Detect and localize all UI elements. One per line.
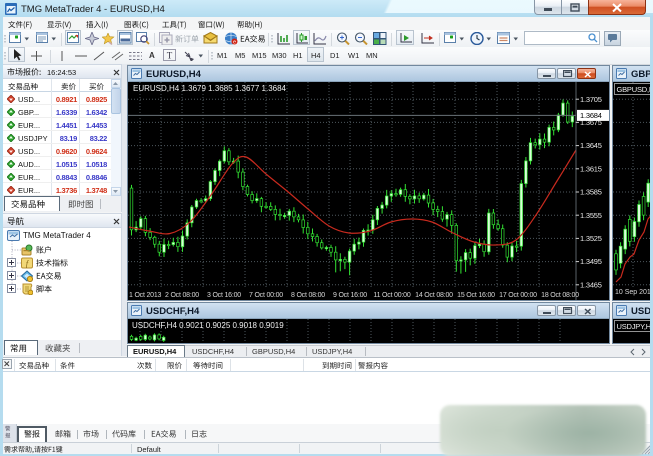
svg-text:7 Oct 00:00: 7 Oct 00:00	[249, 292, 283, 299]
svg-text:3 Oct 16:00: 3 Oct 16:00	[207, 292, 241, 299]
svg-text:14 Oct 08:00: 14 Oct 08:00	[415, 292, 453, 299]
svg-text:1.3555: 1.3555	[580, 211, 602, 220]
svg-text:9 Oct 16:00: 9 Oct 16:00	[333, 292, 367, 299]
svg-text:1.3615: 1.3615	[580, 164, 602, 173]
svg-text:USDJPY,H4 9: USDJPY,H4 9	[617, 322, 653, 331]
svg-text:T: T	[167, 51, 173, 61]
svg-text:17 Oct 00:00: 17 Oct 00:00	[499, 292, 537, 299]
svg-text:1.3465: 1.3465	[580, 280, 602, 289]
svg-text:USDCHF,H4 0.9021 0.9025 0.901: USDCHF,H4 0.9021 0.9025 0.9018 0.9019	[132, 321, 284, 330]
svg-text:18 Oct 08:00: 18 Oct 08:00	[541, 292, 579, 299]
svg-text:EURUSD,H4 1.3679 1.3685 1.367: EURUSD,H4 1.3679 1.3685 1.3677 1.3684	[133, 84, 287, 93]
svg-text:e: e	[233, 40, 236, 46]
svg-text:1.3495: 1.3495	[580, 257, 602, 266]
svg-text:1.3525: 1.3525	[580, 234, 602, 243]
svg-text:1.3585: 1.3585	[580, 188, 602, 197]
svg-text:GBPUSD,H4: GBPUSD,H4	[617, 85, 653, 94]
svg-text:1.3684: 1.3684	[580, 111, 602, 120]
svg-text:10 Sep 2013: 10 Sep 2013	[615, 289, 653, 296]
svg-text:1 Oct 2013: 1 Oct 2013	[129, 292, 162, 299]
svg-text:1.3705: 1.3705	[580, 95, 602, 104]
svg-text:15 Oct 16:00: 15 Oct 16:00	[457, 292, 495, 299]
svg-text:2 Oct 08:00: 2 Oct 08:00	[165, 292, 199, 299]
svg-text:11 Oct 00:00: 11 Oct 00:00	[373, 292, 410, 299]
svg-text:1.3645: 1.3645	[580, 141, 602, 150]
svg-text:8 Oct 08:00: 8 Oct 08:00	[291, 292, 325, 299]
